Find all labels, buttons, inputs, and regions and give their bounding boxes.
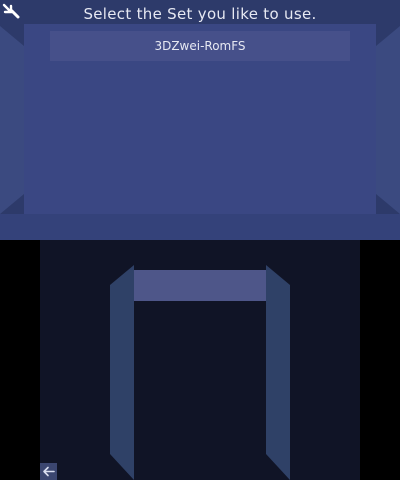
right-frame-panel [266,265,290,480]
back-button[interactable] [40,463,57,480]
top-frame-bar [134,270,266,301]
set-list-item-label: 3DZwei-RomFS [154,39,246,53]
back-arrow-icon [43,466,55,477]
bottom-screen-canvas [40,240,360,480]
set-list-item[interactable]: 3DZwei-RomFS [50,31,350,61]
page-title: Select the Set you like to use. [83,5,317,23]
left-frame-panel [110,265,134,480]
bottom-screen [40,240,360,480]
